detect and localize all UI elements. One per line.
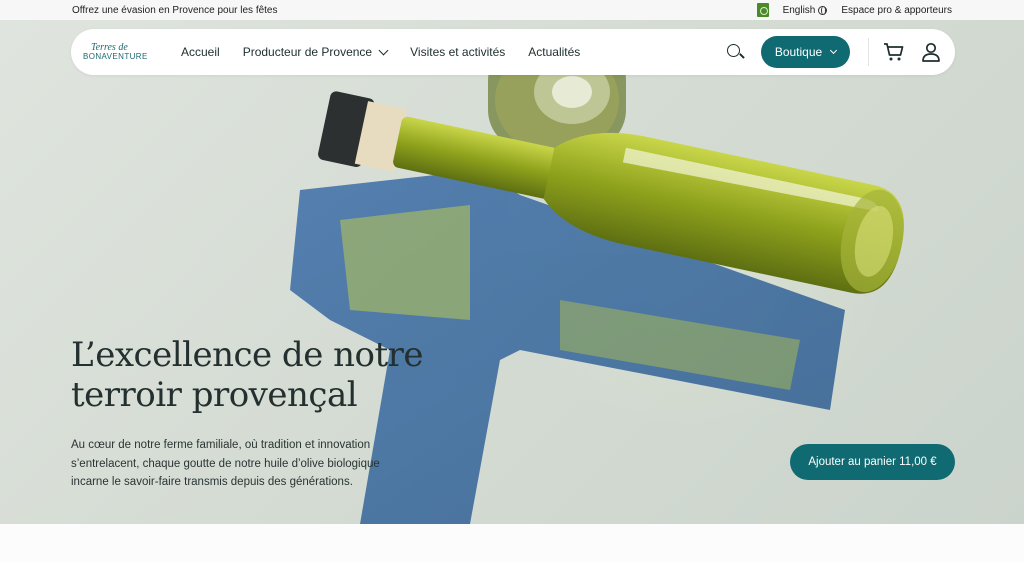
- nav-item-visites[interactable]: Visites et activités: [410, 45, 505, 59]
- nav-item-accueil[interactable]: Accueil: [181, 45, 220, 59]
- pro-space-link[interactable]: Espace pro & apporteurs: [841, 5, 952, 16]
- globe-icon: [818, 5, 828, 15]
- top-bar: Offrez une évasion en Provence pour les …: [0, 0, 1024, 20]
- hero-description: Au cœur de notre ferme familiale, où tra…: [71, 439, 380, 488]
- user-icon[interactable]: [921, 42, 941, 62]
- cart-icon[interactable]: [883, 42, 905, 62]
- brand-logo[interactable]: Terres de BONAVENTURE: [83, 43, 167, 61]
- nav-item-producteur[interactable]: Producteur de Provence: [242, 45, 389, 59]
- add-to-cart-button[interactable]: Ajouter au panier 11,00 €: [790, 444, 955, 480]
- page-below-hero: [0, 524, 1024, 562]
- chevron-down-icon: [378, 45, 389, 55]
- hero-title: L’excellence de notre terroir provençal: [71, 335, 424, 415]
- nav-item-producteur-label: Producteur de Provence: [242, 45, 373, 59]
- chevron-down-icon: [830, 46, 838, 55]
- promo-link[interactable]: Offrez une évasion en Provence pour les …: [72, 5, 278, 16]
- nav-item-actualites[interactable]: Actualités: [528, 45, 580, 59]
- shop-button[interactable]: Boutique: [761, 36, 850, 68]
- nav-links: Accueil Producteur de Provence Visites e…: [181, 45, 580, 59]
- logo-line-2: BONAVENTURE: [83, 52, 148, 61]
- search-icon[interactable]: [725, 42, 745, 62]
- language-switch[interactable]: English: [783, 5, 828, 16]
- language-label: English: [782, 4, 816, 16]
- top-bar-right: English Espace pro & apporteurs: [756, 3, 952, 17]
- shop-button-label: Boutique: [774, 45, 823, 59]
- organic-label-icon: [756, 3, 769, 17]
- main-navigation: Terres de BONAVENTURE Accueil Producteur…: [71, 29, 955, 75]
- nav-divider: [868, 38, 869, 66]
- nav-actions: Boutique: [725, 36, 941, 68]
- hero-section: Terres de BONAVENTURE Accueil Producteur…: [0, 20, 1024, 524]
